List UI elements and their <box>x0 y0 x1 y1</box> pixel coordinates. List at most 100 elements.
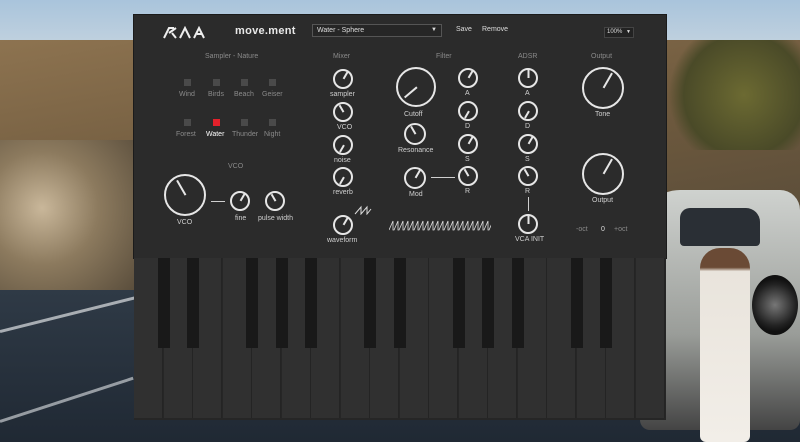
resonance-knob[interactable] <box>404 123 426 145</box>
filter-title: Filter <box>436 53 452 60</box>
adsr-s-label: S <box>525 156 530 163</box>
chevron-down-icon: ▼ <box>626 29 631 35</box>
chevron-down-icon: ▼ <box>431 27 437 33</box>
cutoff-label: Cutoff <box>404 111 423 118</box>
sawtooth-wave-icon <box>354 205 372 215</box>
black-key[interactable] <box>393 258 406 348</box>
resonance-label: Resonance <box>398 147 434 154</box>
pad-label-wind: Wind <box>179 91 195 98</box>
kia-logo <box>163 26 205 39</box>
adsr-title: ADSR <box>518 53 538 60</box>
zoom-dropdown[interactable]: 100% ▼ <box>604 27 634 38</box>
noise-mix-label: noise <box>334 157 351 164</box>
pad-beach[interactable] <box>241 79 248 86</box>
pad-night[interactable] <box>269 119 276 126</box>
filter-d-label: D <box>465 123 471 130</box>
black-key[interactable] <box>482 258 494 348</box>
vco-mix-label: VCO <box>337 124 353 131</box>
mod-label: Mod <box>409 191 423 198</box>
adsr-d-knob[interactable] <box>518 101 538 121</box>
cutoff-knob[interactable] <box>396 67 436 107</box>
mod-knob[interactable] <box>404 167 426 189</box>
adsr-a-label: A <box>525 90 530 97</box>
preset-dropdown[interactable]: Water - Sphere ▼ <box>312 24 442 37</box>
filter-a-label: A <box>465 90 470 97</box>
black-key[interactable] <box>364 258 376 348</box>
pad-thunder[interactable] <box>241 119 248 126</box>
black-key[interactable] <box>275 258 288 348</box>
adsr-a-knob[interactable] <box>518 68 538 88</box>
octave-up-button[interactable]: +oct <box>614 226 627 233</box>
vco-knob-label: VCO <box>177 219 193 226</box>
adsr-r-label: R <box>525 188 531 195</box>
pad-label-beach: Beach <box>234 91 254 98</box>
output-label: Output <box>592 197 614 204</box>
fine-label: fine <box>235 215 247 222</box>
filter-s-label: S <box>465 156 470 163</box>
pad-birds[interactable] <box>213 79 220 86</box>
tone-knob[interactable] <box>582 67 624 109</box>
noise-mix-knob[interactable] <box>333 135 353 155</box>
black-key[interactable] <box>157 258 170 348</box>
filter-r-label: R <box>465 188 471 195</box>
pulse-width-label: pulse width <box>258 215 294 222</box>
mixer-title: Mixer <box>333 53 351 60</box>
octave-down-button[interactable]: -oct <box>576 226 588 233</box>
filter-s-knob[interactable] <box>458 134 478 154</box>
connector-line <box>528 197 529 211</box>
black-key[interactable] <box>452 258 465 348</box>
pad-label-forest: Forest <box>176 131 196 138</box>
black-key[interactable] <box>570 258 583 348</box>
pad-wind[interactable] <box>184 79 191 86</box>
vca-init-knob[interactable] <box>518 214 538 234</box>
zoom-value: 100% <box>607 29 623 35</box>
black-key[interactable] <box>187 258 199 348</box>
filter-a-knob[interactable] <box>458 68 478 88</box>
filter-d-knob[interactable] <box>458 101 478 121</box>
pad-label-water: Water <box>206 131 225 138</box>
vco-knob[interactable] <box>164 174 206 216</box>
pad-label-geiser: Geiser <box>262 91 283 98</box>
waveform-display <box>389 220 491 231</box>
waveform-label: waveform <box>327 237 358 244</box>
sampler-mix-label: sampler <box>330 91 355 98</box>
pad-label-night: Night <box>264 131 281 138</box>
pad-geiser[interactable] <box>269 79 276 86</box>
adsr-s-knob[interactable] <box>518 134 538 154</box>
vco-title: VCO <box>228 163 244 170</box>
octave-value: 0 <box>601 226 605 233</box>
connector-line <box>431 177 455 178</box>
vca-init-label: VCA INIT <box>515 236 545 243</box>
fine-knob[interactable] <box>230 191 250 211</box>
sampler-title: Sampler - Nature <box>205 53 259 60</box>
pad-water[interactable] <box>213 119 220 126</box>
filter-r-knob[interactable] <box>458 166 478 186</box>
pad-forest[interactable] <box>184 119 191 126</box>
black-key[interactable] <box>511 258 524 348</box>
sampler-mix-knob[interactable] <box>333 69 353 89</box>
black-key[interactable] <box>246 258 258 348</box>
save-button[interactable]: Save <box>456 26 472 33</box>
remove-button[interactable]: Remove <box>482 26 508 33</box>
preset-value: Water - Sphere <box>317 27 365 34</box>
adsr-d-label: D <box>525 123 531 130</box>
tone-label: Tone <box>595 111 611 118</box>
person-image <box>700 248 750 442</box>
pulse-width-knob[interactable] <box>265 191 285 211</box>
waveform-knob[interactable] <box>333 215 353 235</box>
black-key[interactable] <box>600 258 612 348</box>
white-key[interactable] <box>635 258 665 418</box>
piano-keyboard[interactable] <box>134 258 666 420</box>
output-title: Output <box>591 53 613 60</box>
adsr-r-knob[interactable] <box>518 166 538 186</box>
vco-mix-knob[interactable] <box>333 102 353 122</box>
pad-label-thunder: Thunder <box>232 131 259 138</box>
output-knob[interactable] <box>582 153 624 195</box>
reverb-mix-label: reverb <box>333 189 353 196</box>
pad-label-birds: Birds <box>208 91 224 98</box>
synth-panel: move.ment Water - Sphere ▼ Save Remove 1… <box>134 15 666 258</box>
brand-name: move.ment <box>235 25 296 37</box>
connector-line <box>211 201 225 202</box>
reverb-mix-knob[interactable] <box>333 167 353 187</box>
black-key[interactable] <box>305 258 317 348</box>
